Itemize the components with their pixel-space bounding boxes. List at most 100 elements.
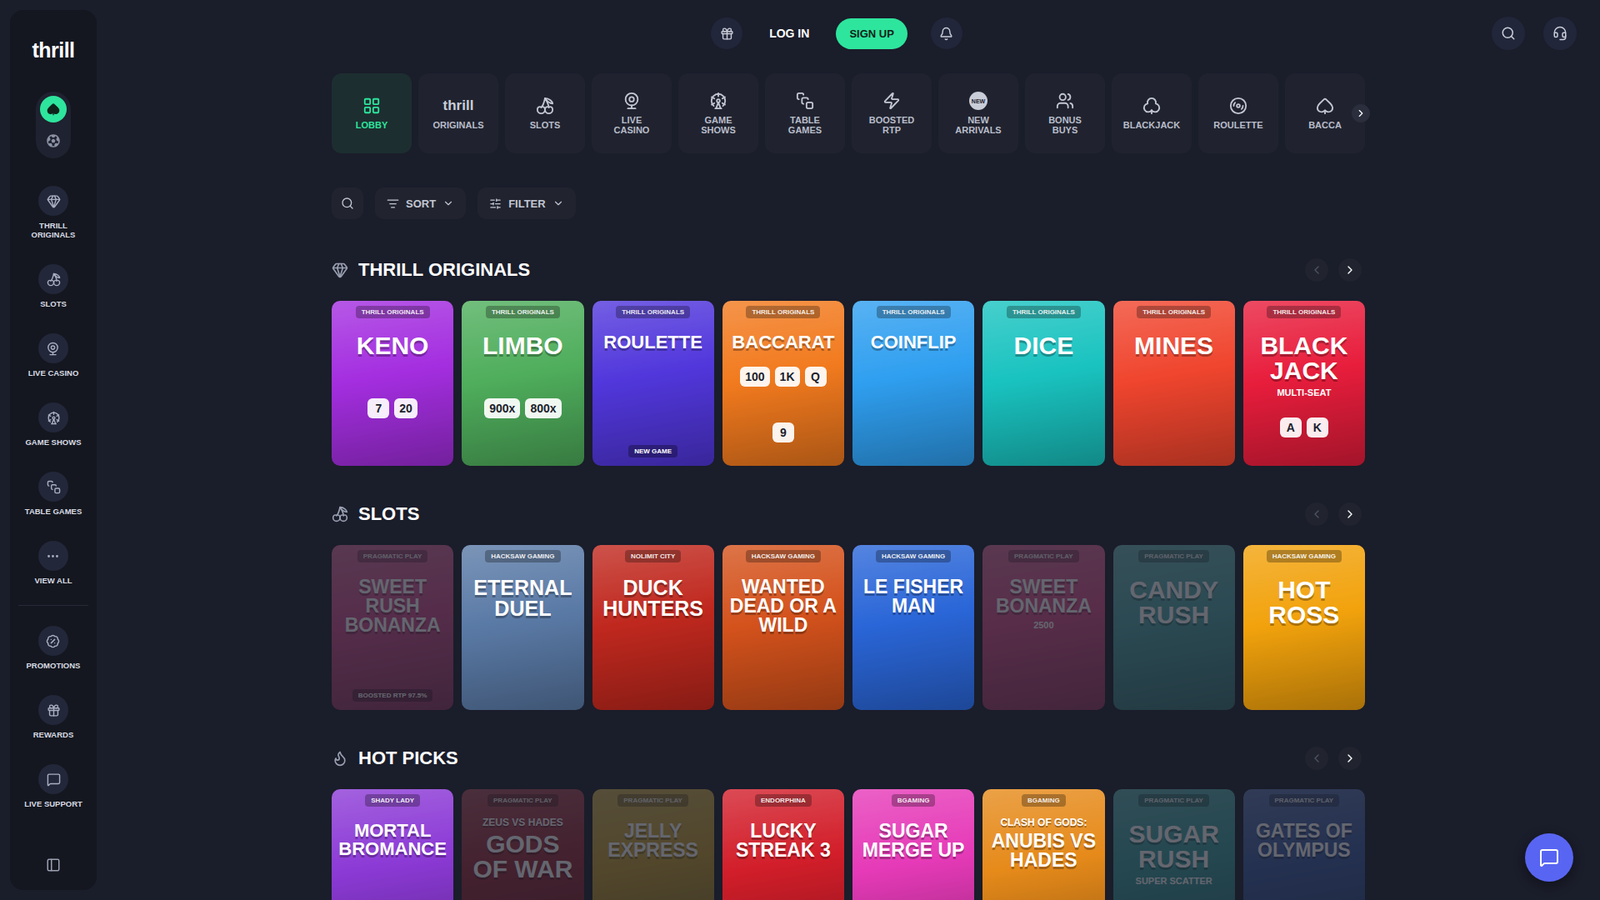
login-button[interactable]: LOG IN: [765, 20, 813, 47]
filter-button[interactable]: FILTER: [477, 187, 576, 220]
game-card[interactable]: HACKSAW GAMINGLE FISHER MAN: [852, 545, 975, 710]
provider-label: PRAGMATIC PLAY: [487, 794, 559, 807]
game-title: BACCARAT: [731, 333, 835, 352]
sidebar-item[interactable]: LIVE SUPPORT: [24, 764, 83, 809]
game-card[interactable]: PRAGMATIC PLAYSWEET RUSH BONANZABOOSTED …: [331, 545, 454, 710]
section-header: SLOTS: [331, 497, 1365, 531]
bonus-buys-icon: [1055, 91, 1075, 110]
category-tab-label: GAME SHOWS: [700, 115, 736, 135]
chevron-left-icon: [1310, 507, 1324, 521]
tabs-next-button[interactable]: [1351, 104, 1370, 123]
prev-button[interactable]: [1305, 502, 1329, 526]
provider-label: HACKSAW GAMING: [745, 550, 821, 563]
category-tab[interactable]: SLOTS: [505, 73, 585, 154]
main: LOG INSIGN UPLOBBYthrillORIGINALSSLOTSLI…: [96, 0, 1600, 900]
search-button[interactable]: [1491, 16, 1525, 50]
sports-mode[interactable]: [40, 127, 67, 155]
chat-button[interactable]: [1525, 833, 1574, 882]
sidebar-item-label: LIVE CASINO: [28, 368, 80, 378]
category-tab[interactable]: BONUS BUYS: [1025, 73, 1105, 154]
chevron-right-icon: [1343, 263, 1357, 277]
category-tab[interactable]: GAME SHOWS: [678, 73, 759, 154]
provider-label: HACKSAW GAMING: [485, 550, 560, 563]
game-card[interactable]: HACKSAW GAMINGWANTED DEAD OR A WILD: [722, 545, 845, 710]
game-card[interactable]: NOLIMIT CITYDUCK HUNTERS: [592, 545, 715, 710]
thrill-originals-icon: [46, 194, 61, 209]
new-badge-icon: NEW: [969, 91, 988, 110]
game-card[interactable]: THRILL ORIGINALSROULETTENEW GAME: [592, 300, 715, 466]
table-games-icon: [795, 91, 815, 110]
game-card[interactable]: PRAGMATIC PLAYSUGAR RUSHSUPER SCATTER: [1113, 789, 1235, 900]
game-card[interactable]: THRILL ORIGINALSMINES: [1113, 300, 1235, 466]
sort-button[interactable]: SORT: [375, 187, 466, 220]
game-card[interactable]: PRAGMATIC PLAYCANDY RUSH: [1113, 545, 1235, 710]
sidebar-item[interactable]: LIVE CASINO: [28, 333, 80, 378]
game-title: ROULETTE: [603, 333, 703, 352]
game-card[interactable]: BGAMINGSUGAR MERGE UP: [852, 789, 975, 900]
sidebar-item[interactable]: GAME SHOWS: [25, 402, 81, 447]
category-tab[interactable]: BOOSTED RTP: [851, 73, 932, 154]
game-card[interactable]: PRAGMATIC PLAY JELLY EXPRESS: [592, 789, 715, 900]
provider-label: THRILL ORIGINALS: [485, 305, 560, 319]
boosted-rtp-icon: [882, 91, 901, 110]
category-tab[interactable]: LIVE CASINO: [591, 73, 672, 154]
next-button[interactable]: [1338, 502, 1362, 526]
signup-button[interactable]: SIGN UP: [835, 18, 907, 50]
section-arrows: [1305, 258, 1365, 282]
section-header: THRILL ORIGINALS: [331, 253, 1365, 287]
notifications-button[interactable]: [930, 17, 963, 50]
sidebar-item-icon-wrap: [38, 695, 69, 725]
support-button[interactable]: [1543, 16, 1577, 50]
logo[interactable]: thrill: [31, 38, 75, 62]
category-tab[interactable]: thrillORIGINALS: [418, 73, 499, 154]
chevron-right-icon: [1343, 751, 1357, 765]
game-card[interactable]: PRAGMATIC PLAYZEUS VS HADESGODS OF WAR: [461, 789, 584, 900]
bell-icon: [939, 26, 954, 41]
game-title: JELLY EXPRESS: [597, 821, 710, 860]
game-search-button[interactable]: [331, 187, 364, 220]
headset-icon: [1552, 25, 1568, 41]
gift-button[interactable]: [710, 17, 743, 50]
game-card[interactable]: THRILL ORIGINALSKENO720: [331, 300, 454, 466]
provider-label: PRAGMATIC PLAY: [617, 794, 689, 807]
game-card[interactable]: THRILL ORIGINALSCOINFLIP: [852, 300, 975, 466]
category-tab[interactable]: BLACKJACK: [1111, 73, 1192, 154]
sidebar-item-label: LIVE SUPPORT: [24, 799, 83, 809]
collapse-button[interactable]: [40, 851, 67, 879]
casino-mode[interactable]: [40, 95, 67, 123]
sidebar-item[interactable]: SLOTS: [38, 264, 69, 309]
category-tab[interactable]: LOBBY: [331, 73, 412, 154]
game-card[interactable]: PRAGMATIC PLAYSWEET BONANZA2500: [982, 545, 1105, 710]
category-tabs: LOBBYthrillORIGINALSSLOTSLIVE CASINO GAME…: [331, 73, 1365, 154]
sidebar-item[interactable]: VIEW ALL: [34, 540, 72, 585]
sidebar-item[interactable]: PROMOTIONS: [26, 625, 81, 670]
next-button[interactable]: [1338, 746, 1362, 770]
game-card[interactable]: THRILL ORIGINALSBLACK JACKMULTI-SEATAK: [1243, 300, 1365, 466]
game-card[interactable]: ENDORPHINALUCKY STREAK 3: [722, 789, 845, 900]
game-kicker: CLASH OF GODS:: [1000, 816, 1087, 829]
game-card[interactable]: HACKSAW GAMINGETERNAL DUEL: [461, 545, 584, 710]
provider-label: PRAGMATIC PLAY: [1138, 794, 1210, 807]
auth-group: LOG IN SIGN UP: [710, 17, 963, 50]
game-card[interactable]: HACKSAW GAMINGHOT ROSS: [1243, 545, 1365, 710]
slots-icon: [46, 272, 61, 287]
game-card[interactable]: THRILL ORIGINALSBACCARAT1001KQ9: [722, 300, 845, 466]
game-card[interactable]: BGAMINGCLASH OF GODS:ANUBIS VS HADES: [982, 789, 1105, 900]
game-card[interactable]: THRILL ORIGINALSDICE: [982, 300, 1105, 466]
next-button[interactable]: [1338, 258, 1362, 282]
sidebar-item[interactable]: THRILL ORIGINALS: [21, 185, 85, 240]
game-title: HOT ROSS: [1248, 577, 1360, 628]
section-title: SLOTS: [331, 503, 420, 525]
game-card[interactable]: SHADY LADYMORTAL BROMANCE: [331, 789, 454, 900]
category-tab[interactable]: ROULETTE: [1198, 73, 1279, 154]
provider-label: ENDORPHINA: [755, 794, 812, 807]
category-tab[interactable]: TABLE GAMES: [765, 73, 845, 154]
game-card[interactable]: PRAGMATIC PLAYGATES OF OLYMPUS: [1243, 789, 1365, 900]
game-card[interactable]: THRILL ORIGINALSLIMBO900x800x: [461, 300, 584, 466]
prev-button[interactable]: [1305, 746, 1329, 770]
sidebar-item[interactable]: REWARDS: [33, 695, 75, 740]
sidebar-item[interactable]: TABLE GAMES: [25, 471, 82, 516]
category-tab[interactable]: NEWNEW ARRIVALS: [938, 73, 1019, 154]
sort-icon: [386, 197, 400, 210]
prev-button[interactable]: [1305, 258, 1329, 282]
